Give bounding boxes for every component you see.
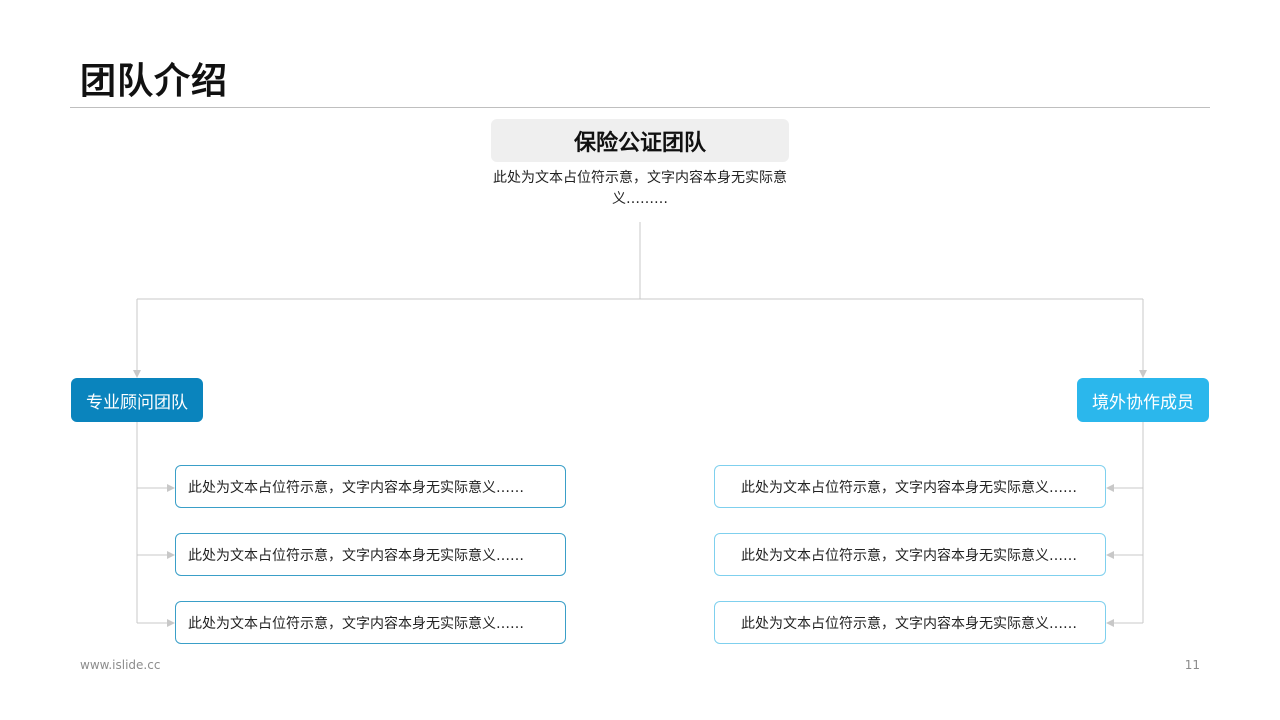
slide: 团队介绍 保险公证团队 此处为文本占位符示意，文字内容本身无实际意义……… 专业… — [0, 0, 1280, 720]
right-item-3: 此处为文本占位符示意，文字内容本身无实际意义…… — [714, 601, 1106, 644]
right-item-2: 此处为文本占位符示意，文字内容本身无实际意义…… — [714, 533, 1106, 576]
footer-url: www.islide.cc — [80, 658, 161, 672]
page-number: 11 — [1184, 658, 1200, 672]
root-description: 此处为文本占位符示意，文字内容本身无实际意义……… — [493, 170, 787, 207]
left-item-1: 此处为文本占位符示意，文字内容本身无实际意义…… — [175, 465, 566, 508]
left-branch-node: 专业顾问团队 — [71, 378, 203, 422]
root-node: 保险公证团队 — [491, 119, 789, 162]
right-item-1: 此处为文本占位符示意，文字内容本身无实际意义…… — [714, 465, 1106, 508]
right-branch-node: 境外协作成员 — [1077, 378, 1209, 422]
left-item-3: 此处为文本占位符示意，文字内容本身无实际意义…… — [175, 601, 566, 644]
left-item-2: 此处为文本占位符示意，文字内容本身无实际意义…… — [175, 533, 566, 576]
